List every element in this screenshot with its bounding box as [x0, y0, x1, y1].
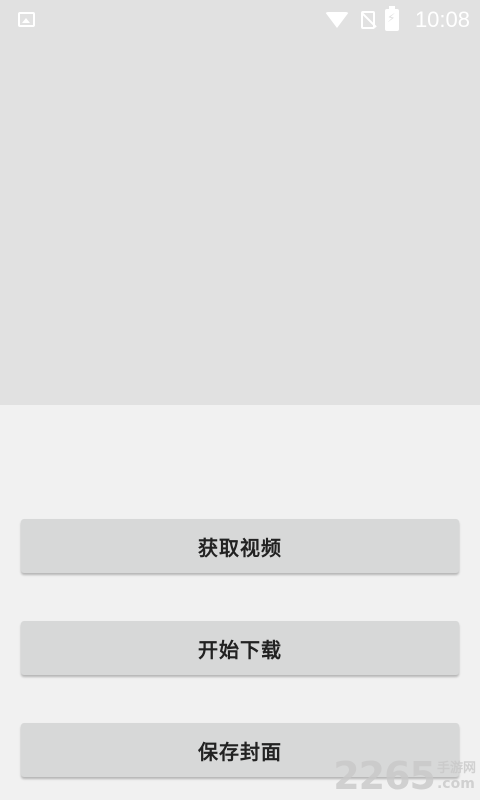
get-video-button[interactable]: 获取视频	[21, 519, 459, 573]
video-preview-area[interactable]	[0, 40, 480, 405]
image-notification-icon	[18, 12, 35, 27]
no-sim-icon	[360, 11, 375, 29]
wifi-icon	[324, 12, 349, 28]
watermark-sub: 手游网	[436, 761, 476, 776]
watermark-domain: .com	[436, 776, 475, 792]
status-bar: 10:08	[0, 0, 480, 40]
watermark-side: 手游网 .com	[437, 757, 476, 792]
status-icons: 10:08	[324, 6, 470, 32]
battery-charging-icon	[384, 6, 399, 31]
start-download-button[interactable]: 开始下载	[21, 621, 459, 675]
watermark-logo: 2265 手游网 .com	[333, 754, 476, 798]
status-time: 10:08	[414, 7, 470, 32]
watermark-main: 2265	[333, 754, 436, 798]
